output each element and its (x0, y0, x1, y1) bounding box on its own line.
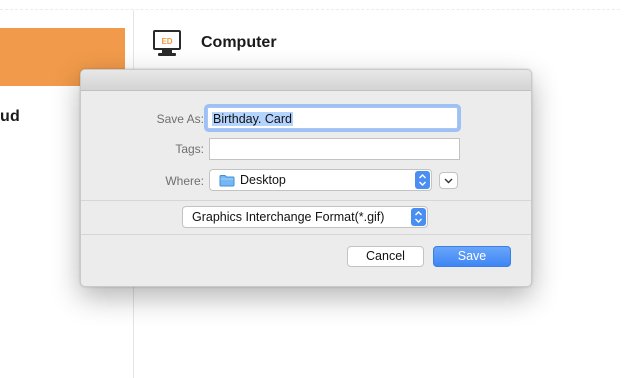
updown-icon (411, 208, 426, 226)
save-dialog: Save As: Birthday. Card Tags: Where: Des… (80, 69, 532, 287)
dialog-titlebar[interactable] (81, 70, 531, 91)
save-button[interactable]: Save (433, 246, 511, 267)
divider (81, 234, 531, 235)
page-title: Computer (201, 34, 277, 51)
where-value: Desktop (240, 173, 286, 187)
screen: ud ED Computer Save As: Birthday. Card T… (0, 0, 628, 378)
cancel-button[interactable]: Cancel (347, 246, 424, 267)
sidebar-item-label: ud (0, 108, 20, 125)
where-label: Where: (165, 174, 204, 188)
updown-icon (415, 171, 430, 189)
where-dropdown[interactable]: Desktop (209, 169, 432, 191)
expand-browser-button[interactable] (439, 172, 458, 189)
computer-icon-label: ED (161, 37, 172, 46)
chevron-down-icon (444, 178, 453, 184)
computer-icon: ED (152, 30, 182, 58)
format-value: Graphics Interchange Format(*.gif) (192, 210, 385, 224)
tags-label: Tags: (175, 142, 204, 156)
folder-icon (219, 174, 235, 187)
save-as-input[interactable]: Birthday. Card (207, 107, 458, 129)
format-dropdown[interactable]: Graphics Interchange Format(*.gif) (182, 206, 428, 228)
save-as-value: Birthday. Card (212, 112, 293, 126)
save-as-label: Save As: (156, 112, 204, 126)
top-divider (0, 9, 620, 10)
divider (81, 200, 531, 201)
tags-input[interactable] (209, 138, 460, 160)
